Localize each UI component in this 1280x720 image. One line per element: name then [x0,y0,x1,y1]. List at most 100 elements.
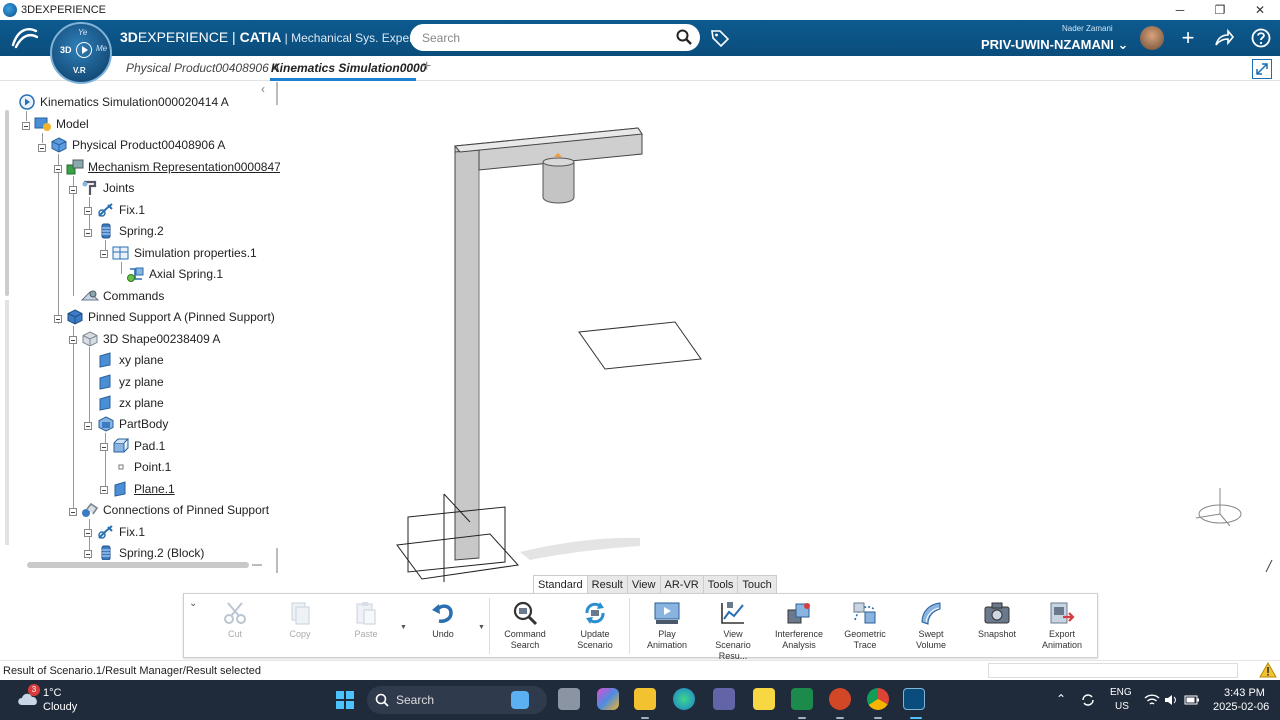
remote-desktop-icon[interactable] [791,688,813,710]
weather-temperature[interactable]: 1°C [43,687,61,699]
view-scenario-results-button[interactable]: View Scenario Resu... [700,600,766,661]
update-scenario-button[interactable]: Update Scenario [562,600,628,656]
tab-result[interactable]: Result [586,575,628,593]
clock-date[interactable]: 2025-02-06 [1213,701,1269,713]
sync-icon[interactable] [1080,692,1096,708]
battery-icon[interactable] [1184,693,1200,707]
taskbar-search[interactable]: Search [367,686,547,714]
expand-toggle[interactable] [38,144,46,152]
tree-node-model[interactable]: Model [34,115,89,133]
interference-analysis-button[interactable]: Interference Analysis [766,600,832,656]
tab-standard[interactable]: Standard [533,575,588,593]
snapshot-button[interactable]: Snapshot [964,600,1030,656]
tree-node-commands[interactable]: Commands [80,287,164,305]
file-explorer-icon[interactable] [634,688,656,710]
copy-button[interactable]: Copy [267,600,333,656]
tree-node-connections[interactable]: Connections of Pinned Support [81,501,269,519]
expand-toggle[interactable] [84,422,92,430]
chrome-icon[interactable] [867,688,889,710]
compass-widget[interactable]: Ye 3D Me V.R [50,22,112,84]
add-icon[interactable]: + [1177,27,1199,49]
close-button[interactable]: ✕ [1240,0,1280,20]
tree-node-plane1[interactable]: Plane.1 [112,480,175,498]
task-view-icon[interactable] [558,688,580,710]
avatar[interactable] [1140,26,1164,50]
tab-tools[interactable]: Tools [702,575,739,593]
undo-button[interactable]: Undo [410,600,476,656]
tree-node-physical-product[interactable]: Physical Product00408906 A [50,136,225,154]
expand-toggle[interactable] [100,486,108,494]
tree-node-mechanism[interactable]: Mechanism Representation00008477 [66,158,280,176]
expand-toggle[interactable] [54,165,62,173]
add-tab-button[interactable]: + [422,58,431,76]
volume-icon[interactable] [1163,693,1179,707]
expand-toggle[interactable] [100,443,108,451]
cylinder-spring[interactable] [542,153,575,204]
plane-shape[interactable] [578,321,702,370]
windows-start-icon[interactable] [335,690,355,710]
expand-toggle[interactable] [84,529,92,537]
share-icon[interactable] [1213,27,1235,49]
tree-node-zx-plane[interactable]: zx plane [97,394,164,412]
tab-physical-product[interactable]: Physical Product00408906 A [126,61,280,75]
expand-toggle[interactable] [100,250,108,258]
expand-toggle[interactable] [84,229,92,237]
clock-time[interactable]: 3:43 PM [1224,687,1265,699]
paste-dropdown[interactable]: ▼ [400,624,407,631]
tree-node-joints[interactable]: Joints [81,179,134,197]
tree-node-yz-plane[interactable]: yz plane [97,373,164,391]
tree-node-3d-shape[interactable]: 3D Shape00238409 A [81,330,220,348]
fullscreen-button[interactable] [1252,59,1272,79]
axis-triad[interactable] [1195,488,1242,527]
tab-view[interactable]: View [626,575,661,593]
power-input-field[interactable] [988,663,1238,678]
search-input[interactable] [422,29,662,46]
expand-toggle[interactable] [84,207,92,215]
paste-button[interactable]: Paste [333,600,399,656]
export-animation-button[interactable]: Export Animation [1029,600,1095,656]
tree-node-fix[interactable]: Fix.1 [97,201,145,219]
search-icon[interactable] [676,29,692,45]
expand-toggle[interactable] [22,122,30,130]
tree-node-pad[interactable]: Pad.1 [112,437,165,455]
tree-node-partbody[interactable]: PartBody [97,415,168,433]
tree-node-fix-2[interactable]: Fix.1 [97,523,145,541]
tree-node-simulation[interactable]: Kinematics Simulation000020414 A [18,93,229,111]
minimize-button[interactable]: ─ [1160,0,1200,20]
tag-icon[interactable] [710,28,730,48]
tray-overflow-button[interactable]: ⌃ [1056,692,1066,706]
expand-toggle[interactable] [69,336,77,344]
3dexperience-taskbar-icon[interactable] [903,688,925,710]
swept-volume-button[interactable]: Swept Volume [898,600,964,656]
tab-kinematics-simulation[interactable]: Kinematics Simulation0000 [271,61,426,75]
tab-ar-vr[interactable]: AR-VR [659,575,704,593]
region-indicator[interactable]: US [1115,701,1129,712]
geometric-trace-button[interactable]: Geometric Trace [832,600,898,656]
tree-node-xy-plane[interactable]: xy plane [97,351,164,369]
sticky-notes-icon[interactable] [753,688,775,710]
tree-node-sim-properties[interactable]: Simulation properties.1 [112,244,257,262]
expand-toggle[interactable] [69,508,77,516]
3d-viewport[interactable] [280,82,1280,582]
tenant-selector[interactable]: PRIV-UWIN-NZAMANI ⌄ [981,37,1128,53]
play-icon[interactable] [76,42,92,58]
dassault-logo-icon[interactable] [10,25,40,51]
tree-node-axial-spring[interactable]: Axial Spring.1 [127,265,223,283]
warning-icon[interactable] [1259,662,1277,678]
powerpoint-icon[interactable] [829,688,851,710]
search-box[interactable] [410,24,700,51]
chevron-down-icon[interactable]: ⌄ [189,598,197,609]
cut-button[interactable]: Cut [202,600,268,656]
weather-condition[interactable]: Cloudy [43,701,77,713]
teams-icon[interactable] [713,688,735,710]
edge-icon[interactable] [673,688,695,710]
tree-horizontal-scrollbar[interactable] [27,562,249,568]
language-indicator[interactable]: ENG [1110,687,1132,698]
help-icon[interactable] [1250,27,1272,49]
undo-dropdown[interactable]: ▼ [478,624,485,631]
expand-toggle[interactable] [69,186,77,194]
tree-node-spring[interactable]: Spring.2 [97,222,164,240]
play-animation-button[interactable]: Play Animation [634,600,700,656]
tree-node-point[interactable]: Point.1 [112,458,171,476]
tree-node-pinned-support[interactable]: Pinned Support A (Pinned Support) [66,308,275,326]
